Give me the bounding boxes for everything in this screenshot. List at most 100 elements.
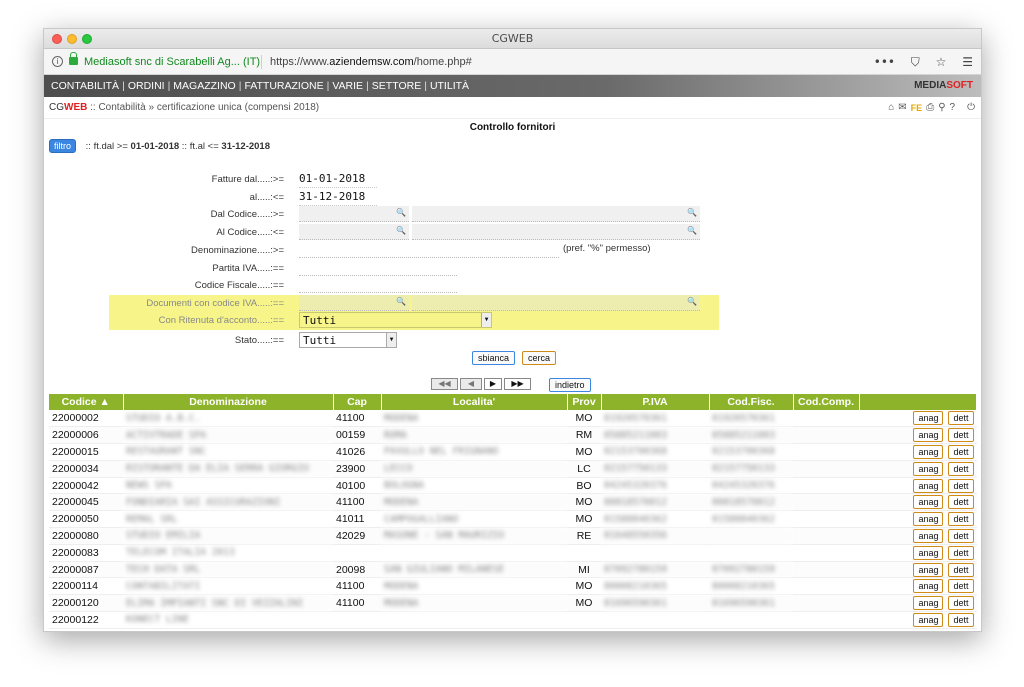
menu-utilita[interactable]: UTILITÀ: [430, 80, 469, 92]
anag-button[interactable]: anag: [913, 411, 944, 426]
anag-button[interactable]: anag: [913, 596, 944, 611]
anag-button[interactable]: anag: [913, 461, 944, 476]
lock-icon[interactable]: [69, 52, 78, 65]
table-row[interactable]: 22000045 FONDIARIA SAI ASSICURAZIONI 41100…: [49, 493, 977, 512]
print-icon[interactable]: ⎙: [926, 101, 934, 115]
star-icon[interactable]: ☆: [936, 55, 947, 69]
dett-button[interactable]: dett: [948, 545, 974, 560]
dett-button[interactable]: dett: [948, 428, 974, 443]
back-button[interactable]: indietro: [549, 378, 591, 392]
al-input[interactable]: 31-12-2018: [299, 189, 377, 206]
col-prov[interactable]: Prov: [567, 394, 602, 410]
anag-button[interactable]: anag: [913, 612, 944, 627]
table-row[interactable]: 22000087 TECH DATA SRL 20098 SAN GIULIANO M…: [49, 561, 977, 579]
table-row[interactable]: 22000006 ACTIVTRADE SPA 00159 ROMA RM 0588521…: [49, 426, 977, 445]
dett-button[interactable]: dett: [948, 612, 974, 627]
denominazione-input[interactable]: [299, 242, 559, 258]
table-row[interactable]: 22000050 REMAL SRL 41011 CAMPOGALLIANO MO 015…: [49, 510, 977, 529]
partita-iva-input[interactable]: [299, 260, 457, 276]
info-icon[interactable]: i: [52, 56, 63, 67]
minimize-window-button[interactable]: [67, 34, 77, 44]
col-piva[interactable]: P.IVA: [601, 394, 710, 410]
table-row[interactable]: 22000002 STUDIO A.B.C. 41100 MODENA MO 019205…: [49, 410, 977, 428]
anag-button[interactable]: anag: [913, 428, 944, 443]
table-row[interactable]: 22000015 RESTAURANT SNC 41026 PAVULLO NEL F…: [49, 443, 977, 461]
url-text[interactable]: https://www.aziendemsw.com/home.php#: [270, 49, 472, 75]
anag-button[interactable]: anag: [913, 495, 944, 510]
search-icon[interactable]: 🔍: [687, 226, 697, 235]
menu-magazzino[interactable]: MAGAZZINO: [173, 80, 235, 92]
dett-button[interactable]: dett: [948, 461, 974, 476]
anag-button[interactable]: anag: [913, 478, 944, 493]
help-icon[interactable]: ?: [950, 101, 956, 115]
documenti-iva-desc[interactable]: 🔍: [412, 295, 700, 311]
table-row[interactable]: 22000034 RISTORANTE DA ELIA SERRA GIORGIO…: [49, 460, 977, 478]
dett-button[interactable]: dett: [948, 444, 974, 459]
more-icon[interactable]: •••: [874, 55, 895, 69]
site-identity[interactable]: Mediasoft snc di Scarabelli Ag... (IT): [84, 49, 260, 75]
anag-button[interactable]: anag: [913, 562, 944, 577]
menu-varie[interactable]: VARIE: [332, 80, 363, 92]
table-row[interactable]: 22000114 CONTABILITATI 41100 MODENA MO 800082…: [49, 577, 977, 596]
al-codice-desc[interactable]: 🔍: [412, 224, 700, 240]
sbianca-button[interactable]: sbianca: [472, 351, 516, 365]
dett-button[interactable]: dett: [948, 596, 974, 611]
table-row[interactable]: 22000122 KONECT LINE anag dett: [49, 611, 977, 629]
dett-button[interactable]: dett: [948, 411, 974, 426]
anag-button[interactable]: anag: [913, 444, 944, 459]
dett-button[interactable]: dett: [948, 495, 974, 510]
power-icon[interactable]: ⏻: [967, 101, 975, 115]
menu-contabilita[interactable]: CONTABILITÀ: [51, 80, 119, 92]
anag-button[interactable]: anag: [913, 545, 944, 560]
col-denominazione[interactable]: Denominazione: [123, 394, 334, 410]
table-row[interactable]: 22000120 ELIMA IMPIANTI SNC DI VEZZALINI 4…: [49, 594, 977, 613]
search-icon[interactable]: 🔍: [687, 208, 697, 217]
cerca-button[interactable]: cerca: [522, 351, 557, 365]
anag-button[interactable]: anag: [913, 579, 944, 594]
search-icon[interactable]: 🔍: [396, 208, 406, 217]
search-icon[interactable]: 🔍: [687, 297, 697, 306]
table-row[interactable]: 22000042 NEWS SPA 40100 BOLOGNA BO 0424532037…: [49, 477, 977, 495]
table-row[interactable]: 22000080 STUDIO EMILIA 42029 MASONE - SAN M…: [49, 527, 977, 545]
last-page-button[interactable]: ▶▶: [504, 378, 531, 390]
col-localita[interactable]: Localita': [381, 394, 568, 410]
hamburger-menu-icon[interactable]: ☰: [962, 55, 973, 69]
menu-settore[interactable]: SETTORE: [372, 80, 421, 92]
fatture-dal-input[interactable]: 01-01-2018: [299, 171, 377, 188]
first-page-button[interactable]: ◀◀: [431, 378, 458, 390]
col-cap[interactable]: Cap: [333, 394, 382, 410]
menu-ordini[interactable]: ORDINI: [128, 80, 165, 92]
dett-button[interactable]: dett: [948, 528, 974, 543]
col-codcomp[interactable]: Cod.Comp.: [793, 394, 860, 410]
search-icon[interactable]: 🔍: [396, 226, 406, 235]
documenti-iva-input[interactable]: 🔍: [299, 295, 409, 311]
prev-page-button[interactable]: ◀: [460, 378, 482, 390]
search-icon[interactable]: 🔍: [396, 297, 406, 306]
mail-icon[interactable]: ✉: [898, 101, 906, 115]
maximize-window-button[interactable]: [82, 34, 92, 44]
ritenuta-select[interactable]: Tutti ▼: [299, 312, 492, 328]
pocket-icon[interactable]: ⛉: [911, 55, 920, 69]
anag-button[interactable]: anag: [913, 528, 944, 543]
search-icon[interactable]: ⚲: [938, 101, 945, 115]
address-bar[interactable]: i Mediasoft snc di Scarabelli Ag... (IT)…: [44, 49, 981, 75]
next-page-button[interactable]: ▶: [484, 378, 502, 390]
col-codfisc[interactable]: Cod.Fisc.: [709, 394, 794, 410]
dett-button[interactable]: dett: [948, 579, 974, 594]
dett-button[interactable]: dett: [948, 478, 974, 493]
dal-codice-input[interactable]: 🔍: [299, 206, 409, 222]
table-row[interactable]: 22000083 TELECOM ITALIA 2013 anag dett: [49, 544, 977, 562]
close-window-button[interactable]: [52, 34, 62, 44]
chevron-down-icon[interactable]: ▼: [386, 333, 396, 347]
dett-button[interactable]: dett: [948, 562, 974, 577]
home-icon[interactable]: ⌂: [888, 101, 894, 115]
filter-button[interactable]: filtro: [49, 139, 77, 153]
fe-icon[interactable]: FE: [911, 101, 923, 115]
menu-fatturazione[interactable]: FATTURAZIONE: [244, 80, 323, 92]
dal-codice-desc[interactable]: 🔍: [412, 206, 700, 222]
col-codice[interactable]: Codice ▲: [49, 394, 124, 410]
chevron-down-icon[interactable]: ▼: [481, 313, 491, 327]
codice-fiscale-input[interactable]: [299, 277, 457, 293]
anag-button[interactable]: anag: [913, 512, 944, 527]
dett-button[interactable]: dett: [948, 512, 974, 527]
